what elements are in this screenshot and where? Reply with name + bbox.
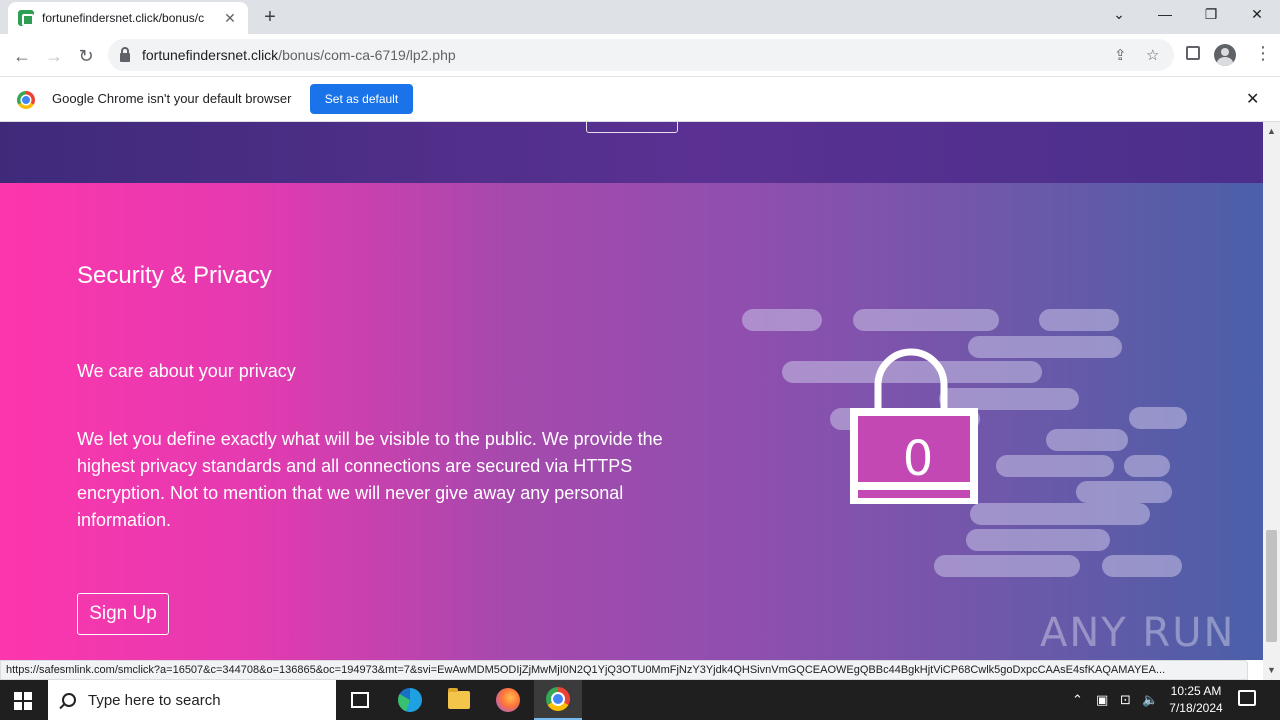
section-subtitle: We care about your privacy [77,361,296,381]
cloud-bar [1129,407,1187,429]
cloud-bar [1046,429,1128,451]
firefox-button[interactable] [484,680,532,720]
new-tab-button[interactable]: + [258,6,282,28]
close-window-button[interactable]: ✕ [1234,0,1280,30]
task-view-icon [351,692,369,708]
device-icon[interactable]: ▣ [1096,692,1108,708]
address-bar[interactable]: fortunefindersnet.click /bonus/com-ca-67… [108,39,1174,71]
url-host: fortunefindersnet.click [142,47,279,63]
minimize-button[interactable]: — [1142,0,1188,30]
padlock-icon [850,348,978,504]
scroll-down-icon[interactable]: ▼ [1267,665,1276,675]
tab-title: fortunefindersnet.click/bonus/c [42,11,205,25]
windows-taskbar: Type here to search ⌃ ▣ ⊡ 🔈 10:25 AM 7/1… [0,680,1280,720]
edge-button[interactable] [386,680,434,720]
section-body: We let you define exactly what will be v… [77,429,663,530]
taskbar-search-box[interactable]: Type here to search [48,680,336,720]
menu-kebab-icon[interactable]: ⋮ [1254,43,1272,64]
cloud-bar [1102,555,1182,577]
clock-time: 10:25 AM [1170,684,1222,698]
cloud-bar [934,555,1080,577]
infobar-close-icon[interactable]: ✕ [1246,89,1259,109]
page-scrollbar[interactable]: ▲ ▼ [1263,122,1280,680]
site-favicon-icon [18,10,34,26]
cloud-bar [1124,455,1170,477]
share-icon[interactable]: ⇪ [1114,46,1127,64]
taskbar-clock[interactable]: 10:25 AM 7/18/2024 [1160,683,1232,717]
clock-date: 7/18/2024 [1169,701,1223,715]
previous-section-band [0,122,1263,183]
forward-arrow-icon[interactable]: → [40,42,68,70]
cloud-bar [1076,481,1172,503]
url-path: /bonus/com-ca-6719/lp2.php [278,47,456,63]
search-icon [62,693,76,707]
cloud-bar [1039,309,1119,331]
chrome-icon [546,687,570,711]
title-bar: fortunefindersnet.click/bonus/c ✕ + ⌄ — … [0,0,1280,34]
browser-tab[interactable]: fortunefindersnet.click/bonus/c ✕ [8,2,248,34]
anyrun-watermark: ANY RUN [1040,610,1236,656]
cloud-bar [853,309,999,331]
volume-icon[interactable]: 🔈 [1142,692,1158,708]
firefox-icon [496,688,520,712]
infobar-message: Google Chrome isn't your default browser [52,91,292,106]
reload-icon[interactable]: ↻ [72,42,100,70]
notifications-icon[interactable] [1238,690,1256,706]
page-viewport: Security & Privacy We care about your pr… [0,122,1263,660]
tray-chevron-icon[interactable]: ⌃ [1072,692,1083,708]
browser-toolbar: ← → ↻ fortunefindersnet.click /bonus/com… [0,34,1280,77]
file-explorer-button[interactable] [435,680,483,720]
sign-up-button[interactable]: Sign Up [77,593,169,635]
cloud-bar [742,309,822,331]
profile-avatar-icon[interactable] [1214,44,1236,66]
chrome-logo-icon [17,91,35,109]
cloud-bar [996,455,1114,477]
link-status-bubble: https://safesmlink.com/smclick?a=16507&c… [0,660,1248,680]
padlock-digit: 0 [902,431,934,487]
scroll-thumb[interactable] [1266,530,1277,642]
bookmark-star-icon[interactable]: ☆ [1146,46,1159,64]
lock-icon[interactable] [120,46,130,62]
tab-close-icon[interactable]: ✕ [222,10,238,27]
file-explorer-icon [448,688,470,709]
default-browser-infobar: Google Chrome isn't your default browser… [0,77,1280,122]
task-view-button[interactable] [336,680,384,720]
padlock-illustration: 0 [738,305,1198,585]
taskbar-search-text: Type here to search [88,691,221,709]
network-icon[interactable]: ⊡ [1120,692,1131,708]
edge-icon [398,688,422,712]
restore-button[interactable]: ❐ [1188,0,1234,30]
cloud-bar [966,529,1110,551]
tab-search-button[interactable]: ⌄ [1096,0,1142,30]
scroll-up-icon[interactable]: ▲ [1267,126,1276,136]
previous-section-button[interactable] [586,122,678,133]
back-arrow-icon[interactable]: ← [8,42,36,70]
set-as-default-button[interactable]: Set as default [310,84,413,114]
side-panel-icon[interactable] [1186,46,1200,60]
chrome-taskbar-button[interactable] [534,680,582,720]
section-title: Security & Privacy [77,262,272,289]
windows-start-icon[interactable] [14,692,32,710]
